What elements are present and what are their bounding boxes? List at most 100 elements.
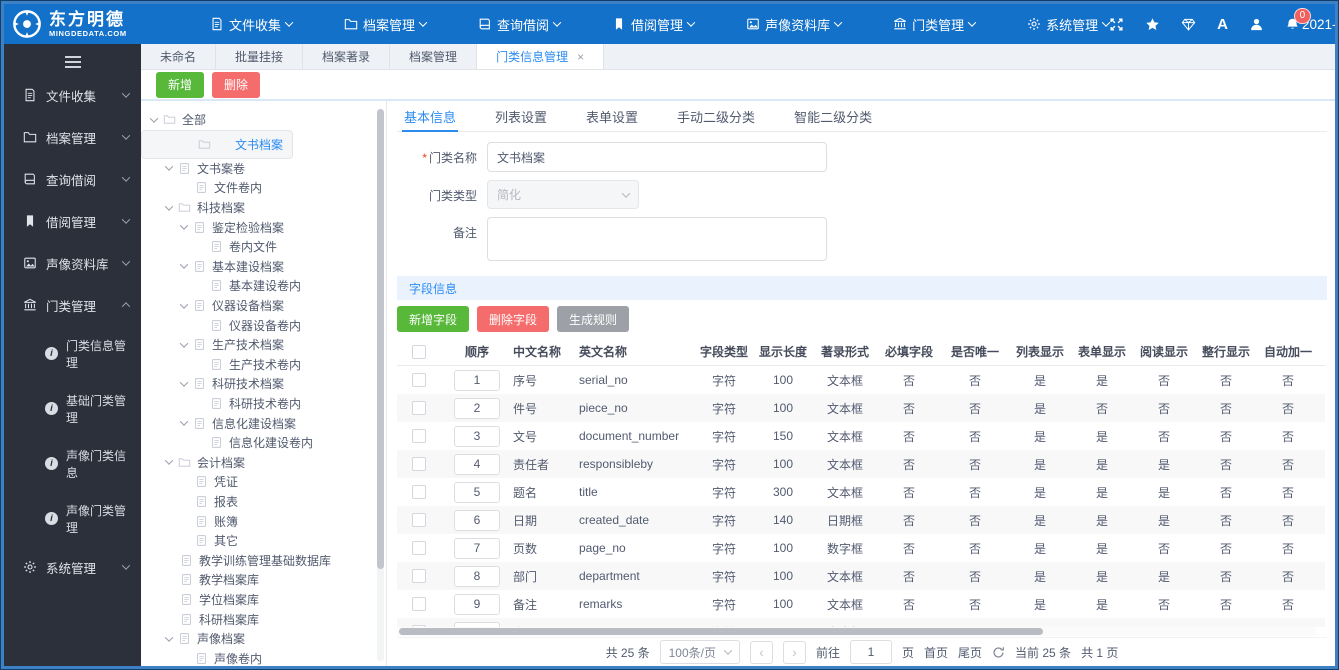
add-button[interactable]: 新增 (156, 71, 205, 98)
page-number-input[interactable] (849, 640, 892, 664)
row-checkbox[interactable] (412, 401, 426, 415)
row-checkbox[interactable] (412, 485, 426, 499)
tree-item[interactable]: 教学档案库 (141, 570, 386, 590)
tree-item[interactable]: 仪器设备档案 (141, 296, 386, 316)
tree-item[interactable]: 全部 (141, 110, 386, 130)
tree-item[interactable]: 科研档案库 (141, 609, 386, 629)
sidebar-subitem-category-info-management[interactable]: i 门类信息管理 (4, 326, 141, 381)
tree-item[interactable]: 教学训练管理基础数据库 (141, 550, 386, 570)
sidebar-subitem-av-category-management[interactable]: i 声像门类管理 (4, 491, 141, 546)
expander-icon[interactable] (179, 260, 189, 270)
sidebar-subitem-av-category-info[interactable]: i 声像门类信息 (4, 436, 141, 491)
expander-icon[interactable] (179, 417, 189, 426)
tree-item[interactable]: 账簿 (141, 511, 386, 531)
close-icon[interactable]: × (577, 51, 584, 63)
tab-批量挂接[interactable]: 批量挂接 (216, 44, 304, 69)
detail-tab-手动二级分类[interactable]: 手动二级分类 (675, 101, 757, 131)
tree-item[interactable]: 会计档案 (141, 453, 386, 473)
category-name-input[interactable] (487, 142, 827, 172)
first-page-link[interactable]: 首页 (924, 644, 948, 661)
expander-icon[interactable] (149, 114, 159, 123)
topbar-menu-borrow-management[interactable]: 借阅管理 (612, 15, 696, 34)
row-checkbox[interactable] (412, 457, 426, 471)
detail-tab-表单设置[interactable]: 表单设置 (584, 101, 640, 131)
tree-item[interactable]: 信息化建设档案 (141, 413, 386, 433)
sidebar-subitem-basic-category-management[interactable]: i 基础门类管理 (4, 381, 141, 436)
delete-field-button[interactable]: 删除字段 (477, 306, 550, 332)
generate-rule-button[interactable]: 生成规则 (557, 306, 630, 332)
tree-item[interactable]: 科技档案 (141, 198, 386, 218)
remark-textarea[interactable] (487, 217, 827, 261)
gem-icon[interactable] (1181, 17, 1196, 32)
sidebar-item-av-library[interactable]: 声像资料库 (4, 242, 141, 284)
refresh-icon[interactable] (992, 646, 1005, 659)
user-icon[interactable] (1249, 17, 1264, 32)
order-input[interactable]: 1 (454, 369, 500, 391)
expander-icon[interactable] (179, 378, 189, 387)
topbar-menu-category-management[interactable]: 门类管理 (893, 15, 977, 34)
tree-item[interactable]: 报表 (141, 492, 386, 512)
detail-tab-基本信息[interactable]: 基本信息 (402, 101, 459, 132)
row-checkbox[interactable] (412, 429, 426, 443)
tree-item[interactable]: 科研技术卷内 (141, 394, 386, 414)
tree-item[interactable]: 声像卷内 (141, 648, 386, 666)
tab-门类信息管理[interactable]: 门类信息管理 × (477, 44, 605, 69)
tree-item[interactable]: 仪器设备卷内 (141, 315, 386, 335)
expander-icon[interactable] (164, 162, 174, 172)
tree-item[interactable]: 凭证 (141, 472, 386, 492)
next-page-button[interactable]: › (782, 640, 806, 664)
row-checkbox[interactable] (412, 569, 426, 583)
row-checkbox[interactable] (412, 373, 426, 387)
sidebar-item-query-borrow[interactable]: 查询借阅 (4, 158, 141, 200)
tree-item[interactable]: 基本建设卷内 (141, 276, 386, 296)
category-type-select[interactable]: 简化 (487, 180, 639, 209)
prev-page-button[interactable]: ‹ (749, 640, 773, 664)
tab-档案著录[interactable]: 档案著录 (303, 44, 391, 69)
order-input[interactable]: 4 (454, 453, 500, 475)
tree-scrollbar-thumb[interactable] (377, 109, 384, 569)
topbar-menu-file-collection[interactable]: 文件收集 (210, 15, 294, 34)
table-horizontal-scrollbar-thumb[interactable] (399, 628, 1043, 635)
tab-未命名[interactable]: 未命名 (141, 44, 217, 69)
page-size-select[interactable]: 100条/页 (659, 640, 740, 664)
tree-item[interactable]: 信息化建设卷内 (141, 433, 386, 453)
tab-档案管理[interactable]: 档案管理 (390, 44, 478, 69)
order-input[interactable]: 5 (454, 481, 500, 503)
tree-item[interactable]: 学位档案库 (141, 590, 386, 610)
star-icon[interactable] (1145, 17, 1160, 32)
row-checkbox[interactable] (412, 541, 426, 555)
tree-item[interactable]: 基本建设档案 (141, 257, 386, 277)
delete-button[interactable]: 删除 (212, 71, 261, 98)
expander-icon[interactable] (179, 299, 189, 309)
sidebar-item-file-collection[interactable]: 文件收集 (4, 74, 141, 116)
tree-item[interactable]: 文书案卷 (141, 159, 386, 179)
sidebar-item-archive-management[interactable]: 档案管理 (4, 116, 141, 158)
topbar-menu-system-management[interactable]: 系统管理 (1027, 15, 1111, 34)
tree-item[interactable]: 文件卷内 (141, 178, 386, 198)
tree-item[interactable]: 卷内文件 (141, 237, 386, 257)
row-checkbox[interactable] (412, 513, 426, 527)
row-checkbox[interactable] (412, 597, 426, 611)
topbar-menu-query-borrow[interactable]: 查询借阅 (478, 15, 562, 34)
order-input[interactable]: 8 (454, 565, 500, 587)
detail-tab-智能二级分类[interactable]: 智能二级分类 (792, 101, 874, 131)
detail-tab-列表设置[interactable]: 列表设置 (493, 101, 549, 131)
sidebar-collapse-button[interactable] (4, 50, 141, 74)
expander-icon[interactable] (179, 339, 189, 348)
tree-item[interactable]: 文书档案 (141, 129, 293, 159)
tree-item[interactable]: 声像档案 (141, 629, 386, 649)
font-icon[interactable]: A (1217, 17, 1228, 32)
expander-icon[interactable] (164, 456, 174, 466)
topbar-menu-archive-management[interactable]: 档案管理 (344, 15, 428, 34)
topbar-menu-av-library[interactable]: 声像资料库 (746, 15, 843, 34)
expander-icon[interactable] (164, 632, 174, 642)
tree-item[interactable]: 生产技术卷内 (141, 355, 386, 375)
sidebar-item-borrow-management[interactable]: 借阅管理 (4, 200, 141, 242)
tree-item[interactable]: 生产技术档案 (141, 335, 386, 355)
order-input[interactable]: 6 (454, 509, 500, 531)
tree-scrollbar[interactable] (377, 109, 384, 661)
expander-icon[interactable] (179, 221, 189, 231)
tree-item[interactable]: 鉴定检验档案 (141, 217, 386, 237)
select-all-checkbox[interactable] (412, 344, 426, 359)
table-horizontal-scrollbar[interactable] (397, 627, 1317, 636)
